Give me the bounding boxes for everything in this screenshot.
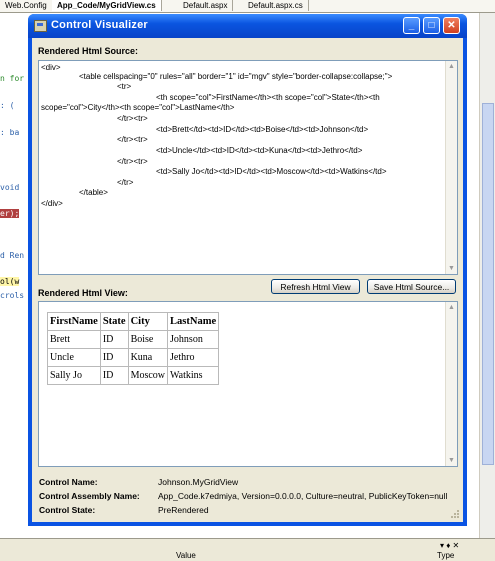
assembly-name-label: Control Assembly Name:: [39, 491, 140, 501]
editor-scrollbar[interactable]: [479, 13, 495, 538]
app-icon: [34, 20, 47, 32]
code-fragment: void: [0, 183, 20, 192]
dialog-client-area: Rendered Html Source: <div> <table cells…: [32, 38, 463, 522]
table-cell: Moscow: [127, 366, 169, 385]
source-line: </table>: [79, 188, 108, 197]
tab-mygridview-cs[interactable]: App_Code/MyGridView.cs: [52, 0, 162, 11]
table-cell: ID: [99, 366, 129, 385]
code-fragment: n for: [0, 74, 25, 83]
scroll-down-icon[interactable]: ▼: [446, 263, 457, 274]
value-column-header[interactable]: Value: [176, 551, 196, 560]
column-header: State: [99, 312, 129, 331]
table-cell: Johnson: [167, 330, 220, 349]
refresh-html-view-button[interactable]: Refresh Html View: [271, 279, 360, 294]
ide-bottom-panel: ▾ ♦ ✕ Value Type: [0, 538, 495, 561]
control-name-label: Control Name:: [39, 477, 98, 487]
code-fragment: d Ren: [0, 251, 25, 260]
source-line: <div>: [41, 63, 61, 72]
code-fragment: er);: [0, 209, 20, 218]
maximize-button[interactable]: □: [423, 17, 440, 34]
source-line: <td>Uncle</td><td>ID</td><td>Kuna</td><t…: [156, 146, 363, 155]
html-view-panel[interactable]: FirstName State City LastName Brett ID B…: [38, 301, 458, 467]
table-cell: ID: [99, 330, 129, 349]
scroll-down-icon[interactable]: ▼: [446, 455, 457, 466]
column-header: City: [127, 312, 169, 331]
code-fragment: crols: [0, 291, 25, 300]
control-visualizer-dialog: Control Visualizer _ □ ✕ Rendered Html S…: [28, 14, 467, 526]
control-state-value: PreRendered: [158, 505, 209, 515]
scroll-thumb[interactable]: [482, 103, 494, 465]
source-line: <tr>: [117, 82, 132, 91]
table-cell: Boise: [127, 330, 169, 349]
code-fragment: : (: [0, 101, 15, 110]
tab-default-aspx-cs[interactable]: Default.aspx.cs: [243, 0, 309, 11]
close-button[interactable]: ✕: [443, 17, 460, 34]
html-source-textbox[interactable]: <div> <table cellspacing="0" rules="all"…: [38, 60, 458, 275]
source-line: <table cellspacing="0" rules="all" borde…: [79, 72, 393, 81]
column-header: LastName: [167, 312, 220, 331]
source-line: scope="col">City</th><th scope="col">Las…: [41, 103, 235, 112]
code-fragment: ol(w: [0, 277, 20, 286]
source-line: </tr><tr>: [117, 114, 148, 123]
source-line: </tr>: [117, 178, 134, 187]
table-cell: ID: [99, 348, 129, 367]
assembly-name-value: App_Code.k7edmiya, Version=0.0.0.0, Cult…: [158, 491, 448, 501]
minimize-button[interactable]: _: [403, 17, 420, 34]
view-scrollbar[interactable]: ▲ ▼: [445, 302, 457, 466]
source-label: Rendered Html Source:: [38, 46, 139, 56]
table-cell: Watkins: [167, 366, 220, 385]
table-cell: Uncle: [47, 348, 101, 367]
source-line: <th scope="col">FirstName</th><th scope=…: [156, 93, 380, 102]
tab-web-config[interactable]: Web.Config: [0, 0, 53, 11]
scroll-up-icon[interactable]: ▲: [446, 61, 457, 72]
table-cell: Kuna: [127, 348, 169, 367]
source-line: </tr><tr>: [117, 157, 148, 166]
table-cell: Jethro: [167, 348, 220, 367]
source-scrollbar[interactable]: ▲ ▼: [445, 61, 457, 274]
control-state-label: Control State:: [39, 505, 96, 515]
table-row: Sally Jo ID Moscow Watkins: [47, 366, 220, 385]
rendered-grid: FirstName State City LastName Brett ID B…: [47, 312, 220, 385]
view-label: Rendered Html View:: [38, 288, 128, 298]
code-fragment: : ba: [0, 128, 20, 137]
save-html-source-button[interactable]: Save Html Source...: [367, 279, 456, 294]
table-row: Uncle ID Kuna Jethro: [47, 348, 220, 367]
source-line: <td>Brett</td><td>ID</td><td>Boise</td><…: [156, 125, 369, 134]
source-line: <td>Sally Jo</td><td>ID</td><td>Moscow</…: [156, 167, 387, 176]
resize-grip-icon[interactable]: [451, 510, 460, 519]
source-line: </div>: [41, 199, 63, 208]
ide-tab-strip: Web.Config App_Code/MyGridView.cs Defaul…: [0, 0, 495, 13]
pin-icon[interactable]: ▾ ♦ ✕: [440, 541, 459, 550]
type-column-header[interactable]: Type: [437, 551, 454, 560]
dialog-title: Control Visualizer: [51, 19, 148, 31]
table-cell: Brett: [47, 330, 101, 349]
source-line: </tr><tr>: [117, 135, 148, 144]
title-bar[interactable]: Control Visualizer _ □ ✕: [28, 14, 467, 38]
scroll-up-icon[interactable]: ▲: [446, 302, 457, 313]
tab-default-aspx[interactable]: Default.aspx: [178, 0, 234, 11]
control-name-value: Johnson.MyGridView: [158, 477, 239, 487]
table-cell: Sally Jo: [47, 366, 101, 385]
table-row: Brett ID Boise Johnson: [47, 330, 220, 349]
table-header-row: FirstName State City LastName: [47, 312, 220, 331]
column-header: FirstName: [47, 312, 101, 331]
